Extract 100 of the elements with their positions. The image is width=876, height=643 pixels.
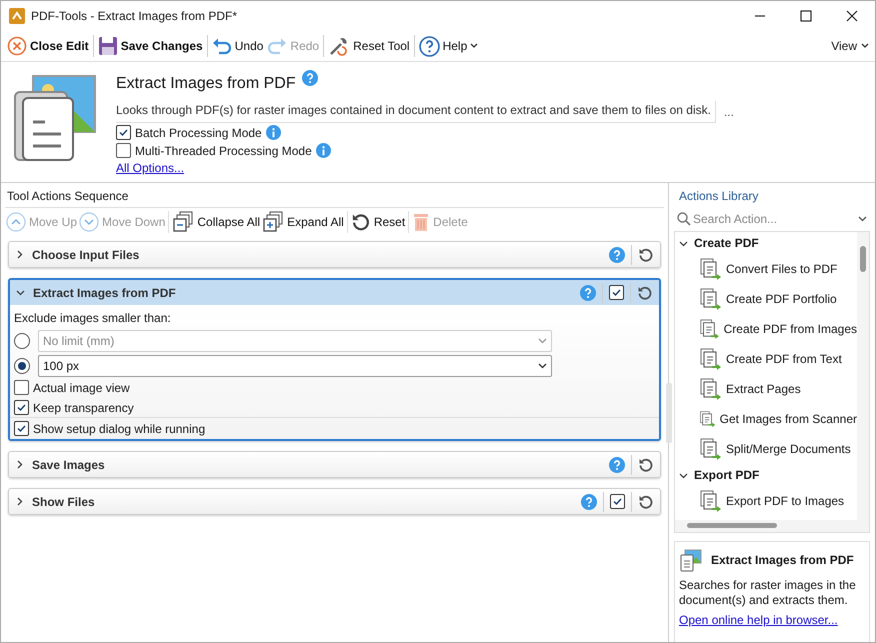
chevron-right-icon[interactable] [15,497,24,506]
help-icon[interactable] [609,456,625,472]
help-icon[interactable] [580,284,596,300]
dropdown[interactable]: 100 px [38,355,552,377]
help-icon[interactable] [302,70,318,86]
panel-title: Tool Actions Sequence [7,188,130,205]
enable-checkbox[interactable] [609,285,624,300]
horizontal-scrollbar[interactable] [675,520,869,532]
up-chevron-icon [6,212,26,232]
trash-icon [412,212,430,232]
library-item[interactable]: Extract Pages [726,380,801,398]
app-logo-icon [9,8,25,24]
document-arrow-icon [699,489,723,513]
toolbar-button[interactable]: Close Edit [5,33,91,59]
document-arrow-icon [699,437,723,461]
library-item[interactable]: Create PDF from Text [726,350,842,368]
chevron-down-icon[interactable] [679,470,688,480]
close-icon[interactable] [846,10,858,22]
tool-title: Extract Images from PDF [116,74,296,94]
info-icon[interactable] [266,125,281,140]
radio-button[interactable] [14,358,30,374]
toolbar-button[interactable]: Help [416,33,480,59]
close-icon [7,36,27,56]
checkmark-icon [16,402,27,413]
library-item[interactable]: Split/Merge Documents [726,440,851,458]
document-arrow-icon [699,287,723,311]
caret-icon [861,43,869,49]
more-button[interactable]: ... [724,103,734,121]
info-icon[interactable] [316,143,331,158]
library-item[interactable]: Export PDF to Images [726,492,844,510]
document-arrow-icon [699,257,723,281]
checkbox[interactable] [14,421,29,436]
reset-icon[interactable] [637,284,653,300]
reset-icon[interactable] [638,246,654,262]
radio-button[interactable] [14,333,30,349]
toolbar-button[interactable]: Reset Tool [326,33,412,59]
dropdown[interactable]: No limit (mm) [38,330,552,352]
sequence-button[interactable]: Collapse All [171,210,262,232]
toolbar-button[interactable]: Save Changes [96,33,205,59]
online-help-link[interactable]: Open online help in browser... [679,611,865,629]
undo-icon [212,37,232,55]
checkmark-icon [118,127,129,138]
checkmark-icon [611,287,622,298]
toolbar-button[interactable]: Undo [210,33,266,59]
all-options-link[interactable]: All Options... [116,159,734,177]
checkbox-label: Keep transparency [33,400,134,416]
caret-icon[interactable] [858,216,867,222]
field-label: Exclude images smaller than: [14,310,172,327]
search-icon [677,212,691,226]
checkbox[interactable] [116,143,131,158]
enable-checkbox[interactable] [610,494,625,509]
caret-icon [538,338,547,344]
checkmark-icon [16,423,27,434]
library-item[interactable]: Create PDF Portfolio [726,290,837,308]
chevron-down-icon[interactable] [679,238,688,248]
checkbox[interactable] [116,125,131,140]
panel-title: Actions Library [679,188,760,205]
expand-icon [262,210,284,232]
library-item[interactable]: Create PDF from Images [724,320,857,338]
caret-icon [538,363,547,369]
checkbox[interactable] [14,400,29,415]
sequence-button[interactable]: Reset [350,212,406,232]
window-title: PDF-Tools - Extract Images from PDF* [31,8,238,25]
redo-icon [267,37,288,55]
reset-icon[interactable] [350,212,371,232]
help-icon [418,36,440,56]
maximize-icon[interactable] [800,10,812,22]
reset-icon[interactable] [638,456,654,472]
view-menu[interactable]: View [831,37,871,55]
group-title[interactable]: Create PDF [694,234,759,252]
checkmark-icon [612,496,623,507]
library-item[interactable]: Convert Files to PDF [726,260,838,278]
checkbox[interactable] [14,380,29,395]
action-title[interactable]: Save Images [32,456,105,474]
chevron-down-icon[interactable] [16,288,25,297]
action-title[interactable]: Show Files [32,492,95,510]
tool-description: Looks through PDF(s) for raster images contained in document content to extract and save them to files on disk. [116,101,716,123]
reset-icon[interactable] [638,494,654,510]
document-arrow-icon [699,347,723,371]
help-icon[interactable] [609,246,625,262]
library-item[interactable]: Get Images from Scanner [720,410,857,428]
document-arrow-icon [699,377,723,401]
vertical-scrollbar[interactable] [857,232,869,520]
checkbox-label: Actual image view [33,380,130,396]
down-chevron-icon [79,212,100,232]
checkbox-label: Show setup dialog while running [33,420,206,438]
action-title[interactable]: Choose Input Files [32,246,140,264]
chevron-right-icon[interactable] [15,250,24,259]
help-icon[interactable] [581,494,597,510]
chevron-right-icon[interactable] [15,460,24,469]
caret-icon [470,43,478,49]
action-title[interactable]: Extract Images from PDF [33,284,176,302]
document-arrow-icon [699,317,721,341]
sequence-button[interactable]: Expand All [261,210,345,232]
splitter-handle[interactable] [666,383,672,443]
group-title[interactable]: Export PDF [694,466,760,484]
info-title: Extract Images from PDF [711,552,854,569]
option-label: Batch Processing Mode [135,124,262,142]
collapse-icon [172,210,194,232]
search-field[interactable]: Search Action... [693,210,856,228]
